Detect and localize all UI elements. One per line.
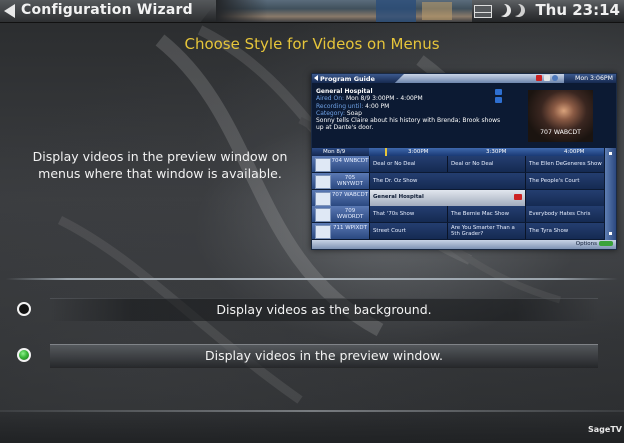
mail-icon [544, 75, 550, 81]
program-cell: The Bernie Mac Show [447, 206, 525, 223]
back-arrow-icon[interactable] [4, 4, 15, 18]
option-label[interactable]: Display videos in the preview window. [50, 348, 598, 363]
channel-logo-icon [315, 174, 331, 189]
recording-value: 4:00 PM [365, 102, 390, 110]
aired-label: Aired On: [316, 95, 345, 103]
mail-icon [474, 5, 492, 18]
preview-show-info: General Hospital Aired On: Mon 8/9 3:00P… [316, 88, 506, 132]
recording-label: Recording until: [316, 102, 364, 110]
channel-cell: 705 WNYWDT [312, 172, 369, 189]
sagetv-logo: SageTV [588, 425, 622, 434]
preview-thumb-label: 707 WABCDT [540, 129, 581, 136]
footer-divider [0, 410, 624, 412]
program-cell: The Tyra Show [525, 223, 604, 240]
radio-button-selected[interactable] [17, 348, 31, 362]
preview-time-bar: Mon 8/9 3:00PM 3:30PM 4:00PM [312, 148, 604, 156]
time-slot: 3:00PM [408, 149, 429, 155]
preview-badges [495, 89, 503, 105]
hd-icon [514, 193, 522, 200]
channel-logo-icon [315, 225, 331, 240]
moon-icon [552, 75, 558, 81]
guide-row: 709 WWORDT That '70s Show The Bernie Mac… [312, 206, 604, 225]
program-cell [525, 189, 604, 206]
channel-cell: 704 WNBCDT [312, 156, 369, 172]
radio-button[interactable] [17, 302, 31, 316]
info-badge-icon [495, 97, 502, 103]
moon-icon [508, 3, 521, 16]
program-cell: Street Court [369, 223, 447, 240]
preview-scrollbar [605, 148, 616, 240]
preview-guide-grid: 704 WNBCDT Deal or No Deal Deal or No De… [312, 156, 604, 241]
preview-show-title: General Hospital [316, 88, 373, 95]
clock: Thu 23:14 [535, 1, 620, 19]
category-value: Soap [346, 109, 362, 117]
title-photo-strip [216, 0, 472, 22]
system-status-icons [472, 3, 530, 19]
page-heading: Choose Style for Videos on Menus [184, 35, 440, 53]
aired-value: Mon 8/9 3:00PM - 4:00PM [345, 95, 423, 103]
moon-icon [494, 3, 507, 16]
program-cell: Deal or No Deal [369, 156, 447, 172]
footer-bar [0, 410, 624, 443]
guide-row: 707 WABCDT General Hospital [312, 189, 604, 208]
channel-logo-icon [315, 191, 331, 206]
program-cell-highlighted: General Hospital [369, 189, 525, 206]
guide-row: 705 WNYWDT The Dr. Oz Show The People's … [312, 172, 604, 191]
guide-row: 711 WPIXDT Street Court Are You Smarter … [312, 223, 604, 241]
program-cell: The People's Court [525, 172, 604, 189]
program-cell: The Dr. Oz Show [369, 172, 525, 189]
option-description: Display videos in the preview window on … [32, 149, 288, 181]
hd-badge-icon [495, 89, 502, 95]
divider [6, 278, 618, 280]
program-cell: Are You Smarter Than a 5th Grader? [447, 223, 525, 240]
preview-guide-image: Program Guide Mon 3:06PM General Hospita… [311, 73, 617, 250]
preview-synopsis: Sonny tells Claire about his history wit… [316, 117, 501, 132]
option-label[interactable]: Display videos as the background. [50, 302, 598, 317]
sage-logo-icon [599, 241, 613, 246]
channel-logo-icon [315, 158, 331, 172]
title-bar: Configuration Wizard Thu 23:14 [0, 0, 624, 23]
preview-bottom-bar: Options [312, 240, 616, 249]
record-icon [536, 75, 542, 81]
channel-cell: 707 WABCDT [312, 189, 369, 206]
preview-title: Program Guide [320, 75, 375, 83]
program-cell: The Ellen DeGeneres Show [525, 156, 604, 172]
preview-top-bar: Program Guide Mon 3:06PM [312, 74, 616, 83]
channel-logo-icon [315, 208, 331, 223]
now-marker [385, 148, 387, 156]
channel-cell: 711 WPIXDT [312, 223, 369, 240]
option-preview-window[interactable]: Display videos in the preview window. [10, 342, 614, 368]
program-cell: That '70s Show [369, 206, 447, 223]
preview-back-icon [314, 75, 318, 81]
guide-row: 704 WNBCDT Deal or No Deal Deal or No De… [312, 156, 604, 174]
program-cell: Everybody Hates Chris [525, 206, 604, 223]
wizard-title: Configuration Wizard [21, 2, 193, 18]
option-background[interactable]: Display videos as the background. [10, 296, 614, 322]
preview-date: Mon 8/9 [323, 149, 346, 155]
time-slot: 3:30PM [486, 149, 507, 155]
preview-status-icons [536, 75, 562, 82]
preview-clock: Mon 3:06PM [575, 75, 613, 82]
program-cell: Deal or No Deal [447, 156, 525, 172]
preview-options: Options [576, 241, 613, 247]
category-label: Category: [316, 109, 345, 117]
channel-cell: 709 WWORDT [312, 206, 369, 223]
time-slot: 4:00PM [564, 149, 585, 155]
